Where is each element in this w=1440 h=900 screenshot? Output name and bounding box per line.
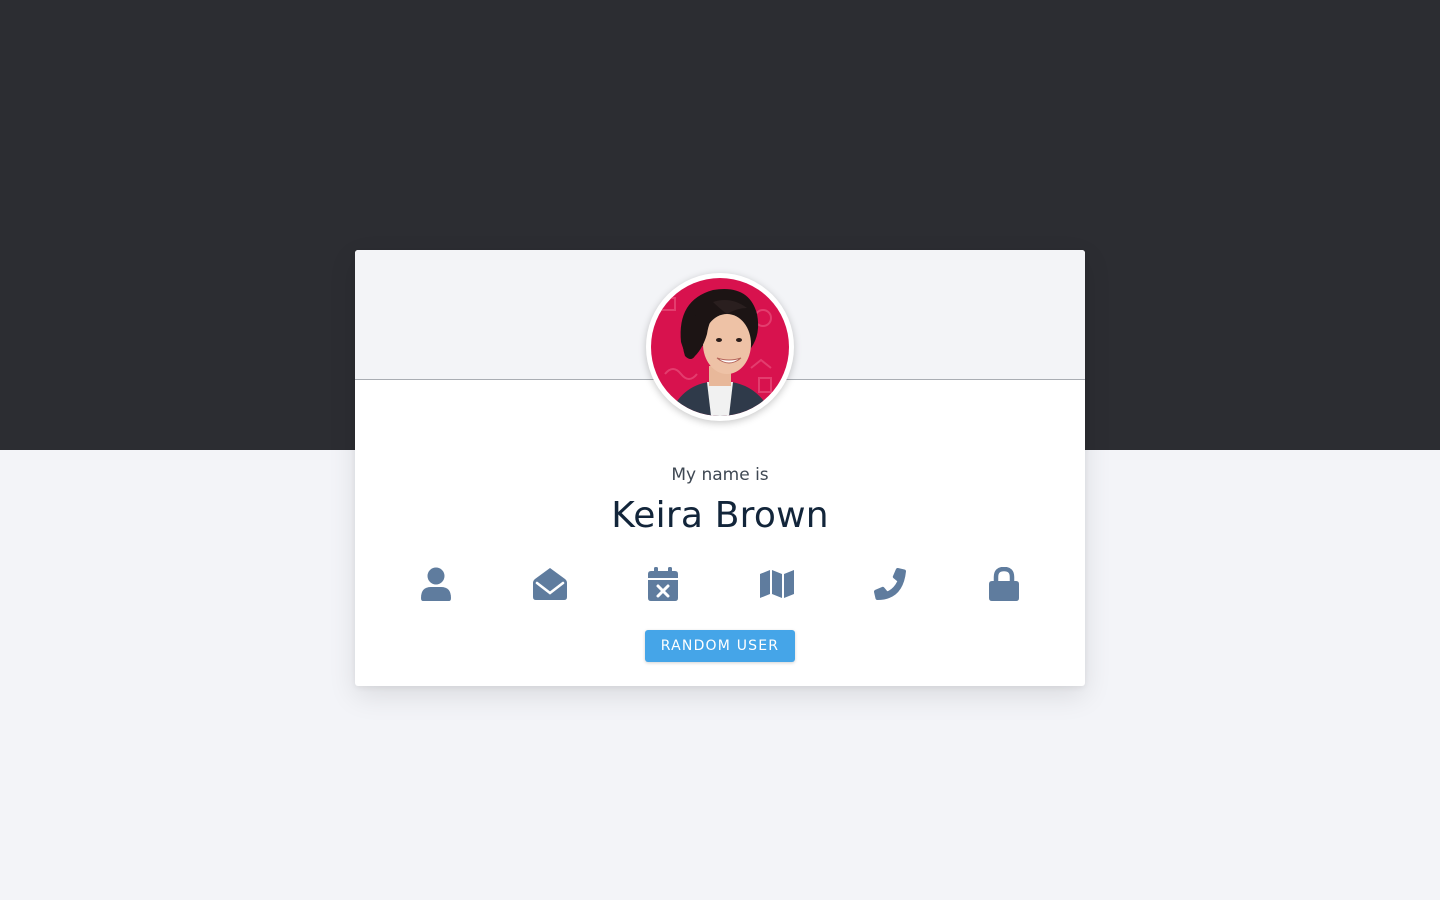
user-icon[interactable]: [413, 564, 459, 604]
lock-icon[interactable]: [981, 564, 1027, 604]
info-icon-bar: [355, 564, 1085, 604]
user-card: My name is Keira Brown RANDOM USER: [355, 250, 1085, 686]
calendar-times-icon[interactable]: [640, 564, 686, 604]
envelope-open-icon[interactable]: [527, 564, 573, 604]
avatar-photo: [651, 278, 789, 416]
avatar: [646, 273, 794, 421]
profile-value: Keira Brown: [611, 495, 829, 536]
phone-icon[interactable]: [867, 564, 913, 604]
map-icon[interactable]: [754, 564, 800, 604]
random-user-button[interactable]: RANDOM USER: [645, 630, 795, 662]
profile-title: My name is: [671, 465, 769, 485]
